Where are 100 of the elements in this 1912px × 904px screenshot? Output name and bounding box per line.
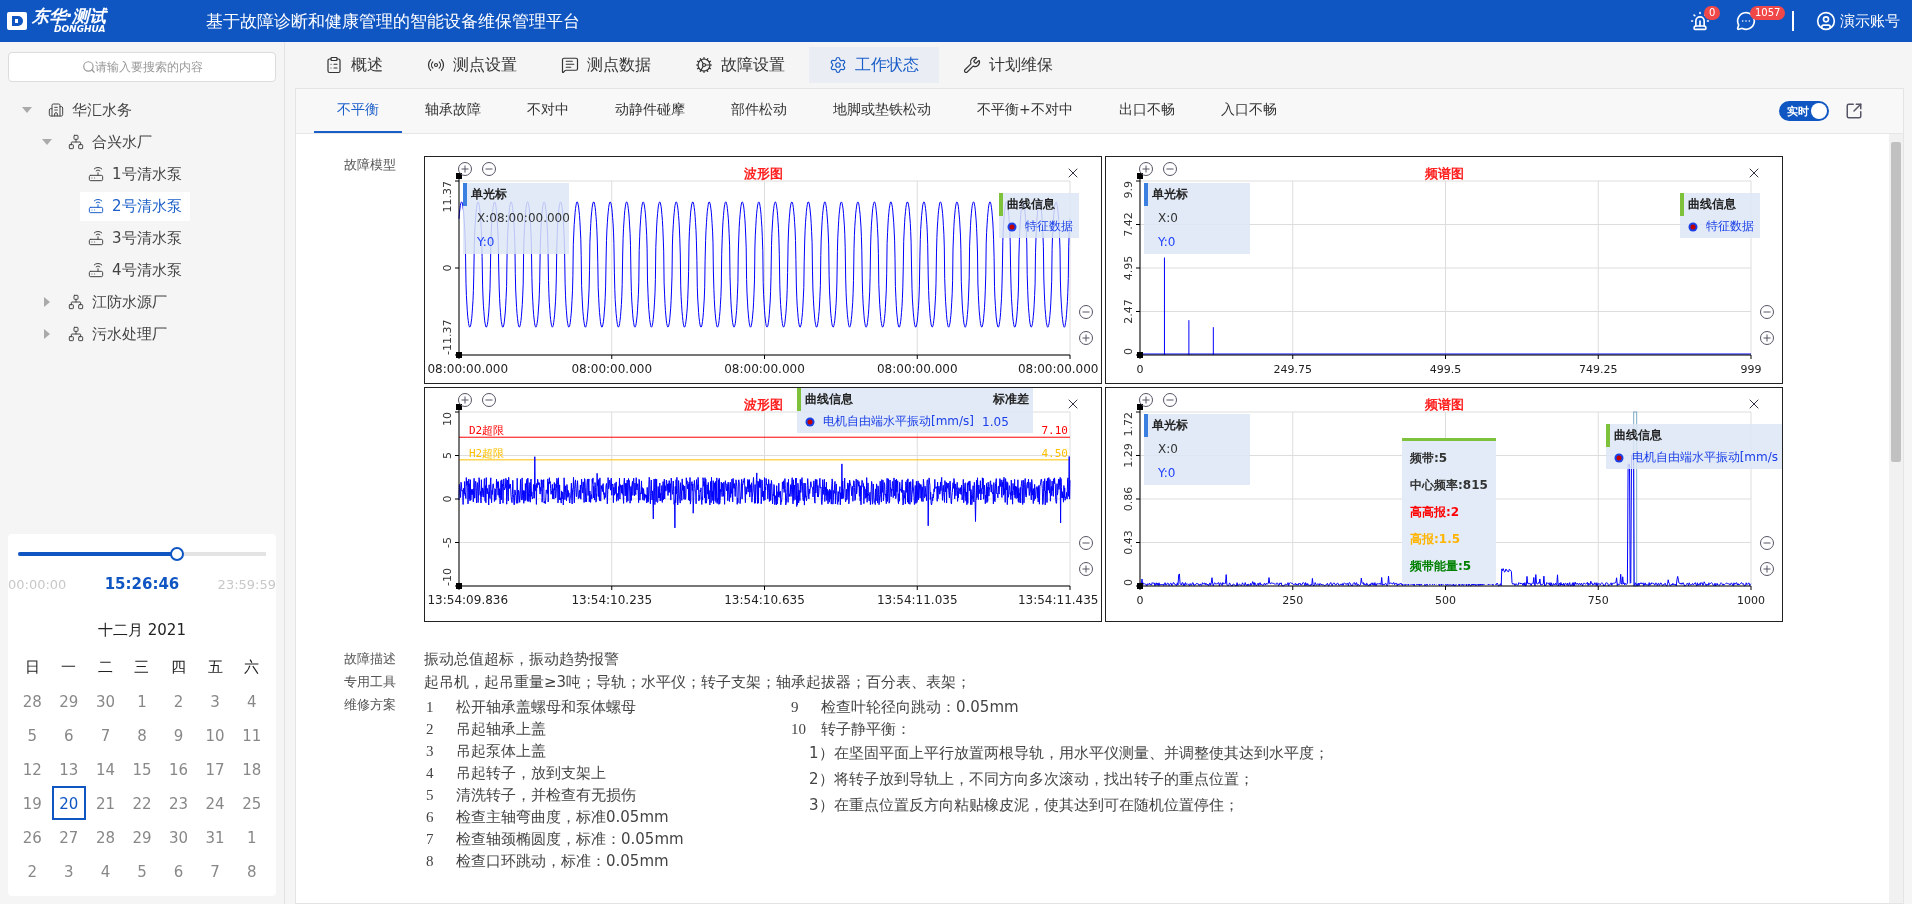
fault-tab[interactable]: 入口不畅 xyxy=(1197,89,1300,133)
fault-tab[interactable]: 不平衡 xyxy=(314,89,402,133)
fault-tab[interactable]: 动静件碰摩 xyxy=(592,89,708,133)
message-icon[interactable] xyxy=(1736,11,1756,31)
main-tab[interactable]: 工作状态 xyxy=(809,47,939,83)
sub-step-text: 1）在坚固平面上平行放置两根导轨，用水平仪测量、并调整使其达到水平度； xyxy=(808,743,1329,764)
fault-tab[interactable]: 轴承故障 xyxy=(402,89,504,133)
calendar-day[interactable]: 25 xyxy=(234,786,269,820)
legend-series: 特征数据 xyxy=(1025,218,1073,235)
zoom-out-icon[interactable] xyxy=(1079,536,1093,550)
calendar-day[interactable]: 28 xyxy=(88,820,123,854)
calendar-day[interactable]: 31 xyxy=(198,820,233,854)
fault-tab[interactable]: 不对中 xyxy=(504,89,592,133)
calendar-day[interactable]: 13 xyxy=(51,752,86,786)
tree-item[interactable]: 江防水源厂 xyxy=(60,287,175,317)
tree-item[interactable]: 合兴水厂 xyxy=(60,127,160,157)
calendar-day[interactable]: 6 xyxy=(161,854,196,888)
calendar-day[interactable]: 7 xyxy=(198,854,233,888)
fault-tab[interactable]: 地脚或垫铁松动 xyxy=(810,89,954,133)
calendar-day[interactable]: 14 xyxy=(88,752,123,786)
slider-thumb[interactable] xyxy=(169,547,184,561)
fault-tab[interactable]: 出口不畅 xyxy=(1095,89,1198,133)
fault-tab[interactable]: 部件松动 xyxy=(708,89,810,133)
zoom-out-icon[interactable] xyxy=(1760,536,1774,550)
calendar-day[interactable]: 3 xyxy=(51,854,86,888)
calendar-day[interactable]: 24 xyxy=(198,786,233,820)
plant-icon xyxy=(68,134,84,150)
calendar-day[interactable]: 20 xyxy=(51,786,86,820)
zoom-in-icon[interactable] xyxy=(458,393,472,407)
calendar-day[interactable]: 6 xyxy=(51,718,86,752)
zoom-out-icon[interactable] xyxy=(482,162,496,176)
main-tab[interactable]: 计划维保 xyxy=(943,47,1073,83)
calendar-day[interactable]: 11 xyxy=(234,718,269,752)
calendar-day[interactable]: 15 xyxy=(125,752,159,786)
calendar-day[interactable]: 16 xyxy=(161,752,196,786)
main-tab[interactable]: 概述 xyxy=(305,47,403,83)
calendar-day[interactable]: 1 xyxy=(125,684,159,718)
calendar-day[interactable]: 4 xyxy=(88,854,123,888)
calendar-day[interactable]: 7 xyxy=(88,718,123,752)
step-number: 9 xyxy=(790,698,800,716)
calendar-day[interactable]: 9 xyxy=(161,718,196,752)
calendar-day[interactable]: 3 xyxy=(198,684,233,718)
main-tab[interactable]: 测点数据 xyxy=(541,47,671,83)
calendar-day[interactable]: 2 xyxy=(15,854,50,888)
step-number: 8 xyxy=(425,852,435,870)
calendar-day[interactable]: 30 xyxy=(161,820,196,854)
step-text: 转子静平衡： xyxy=(821,719,911,739)
current-time: 15:26:46 xyxy=(104,575,180,593)
cursor-x: X:08:00:00.000 xyxy=(476,210,569,227)
zoom-out-icon[interactable] xyxy=(1079,305,1093,319)
calendar-day[interactable]: 21 xyxy=(88,786,123,820)
zoom-in-icon[interactable] xyxy=(1139,393,1153,407)
cursor-y: Y:0 xyxy=(476,234,496,251)
export-icon[interactable] xyxy=(1845,102,1863,120)
calendar-day[interactable]: 8 xyxy=(234,854,269,888)
calendar-day[interactable]: 22 xyxy=(125,786,159,820)
zoom-out-icon[interactable] xyxy=(1163,393,1177,407)
calendar-day[interactable]: 18 xyxy=(234,752,269,786)
cursor-y: Y:0 xyxy=(1157,234,1177,251)
calendar-day[interactable]: 4 xyxy=(234,684,269,718)
zoom-out-icon[interactable] xyxy=(1760,305,1774,319)
zoom-in-icon[interactable] xyxy=(1139,162,1153,176)
calendar-day[interactable]: 1 xyxy=(234,820,269,854)
calendar-day[interactable]: 28 xyxy=(15,684,50,718)
calendar-day[interactable]: 12 xyxy=(15,752,50,786)
limit-value: 7.10 xyxy=(1041,424,1068,438)
calendar-day[interactable]: 29 xyxy=(51,684,86,718)
scrollbar-thumb[interactable] xyxy=(1891,142,1901,462)
calendar-day[interactable]: 5 xyxy=(125,854,159,888)
tree-item[interactable]: 污水处理厂 xyxy=(60,319,175,349)
zoom-out-icon[interactable] xyxy=(1163,162,1177,176)
calendar-day[interactable]: 8 xyxy=(125,718,159,752)
tree-item[interactable]: 华汇水务 xyxy=(40,95,140,125)
calendar-day[interactable]: 19 xyxy=(15,786,50,820)
calendar-day[interactable]: 10 xyxy=(198,718,233,752)
alarm-icon[interactable] xyxy=(1690,11,1710,31)
main-tab[interactable]: 故障设置 xyxy=(675,47,805,83)
axis-tick-label: 08:00:00.000 xyxy=(1017,362,1099,376)
calendar-day[interactable]: 23 xyxy=(161,786,196,820)
tree-item[interactable]: 3号清水泵 xyxy=(80,223,190,253)
tree-item[interactable]: 4号清水泵 xyxy=(80,255,190,285)
calendar-day[interactable]: 27 xyxy=(51,820,86,854)
calendar-day[interactable]: 29 xyxy=(125,820,159,854)
search-field[interactable]: 请输入要搜索的内容 xyxy=(8,52,276,82)
zoom-in-icon[interactable] xyxy=(458,162,472,176)
axis-tick-label: 1.29 xyxy=(1122,443,1135,468)
calendar-day[interactable]: 17 xyxy=(198,752,233,786)
realtime-toggle[interactable]: 实时 xyxy=(1779,101,1829,121)
calendar-day[interactable]: 26 xyxy=(15,820,50,854)
tree-item[interactable]: 2号清水泵 xyxy=(80,191,190,221)
main-tab[interactable]: 测点设置 xyxy=(407,47,537,83)
zoom-out-icon[interactable] xyxy=(482,393,496,407)
user-menu[interactable]: 演示账号 xyxy=(1816,11,1900,31)
chart-title: 频谱图 xyxy=(1424,165,1464,183)
calendar-day[interactable]: 30 xyxy=(88,684,123,718)
tree-item[interactable]: 1号清水泵 xyxy=(80,159,190,189)
calendar-day[interactable]: 5 xyxy=(15,718,50,752)
fault-tab[interactable]: 不平衡+不对中 xyxy=(954,89,1096,133)
calendar-day[interactable]: 2 xyxy=(161,684,196,718)
axis-tick-label: 08:00:00.000 xyxy=(427,362,509,376)
